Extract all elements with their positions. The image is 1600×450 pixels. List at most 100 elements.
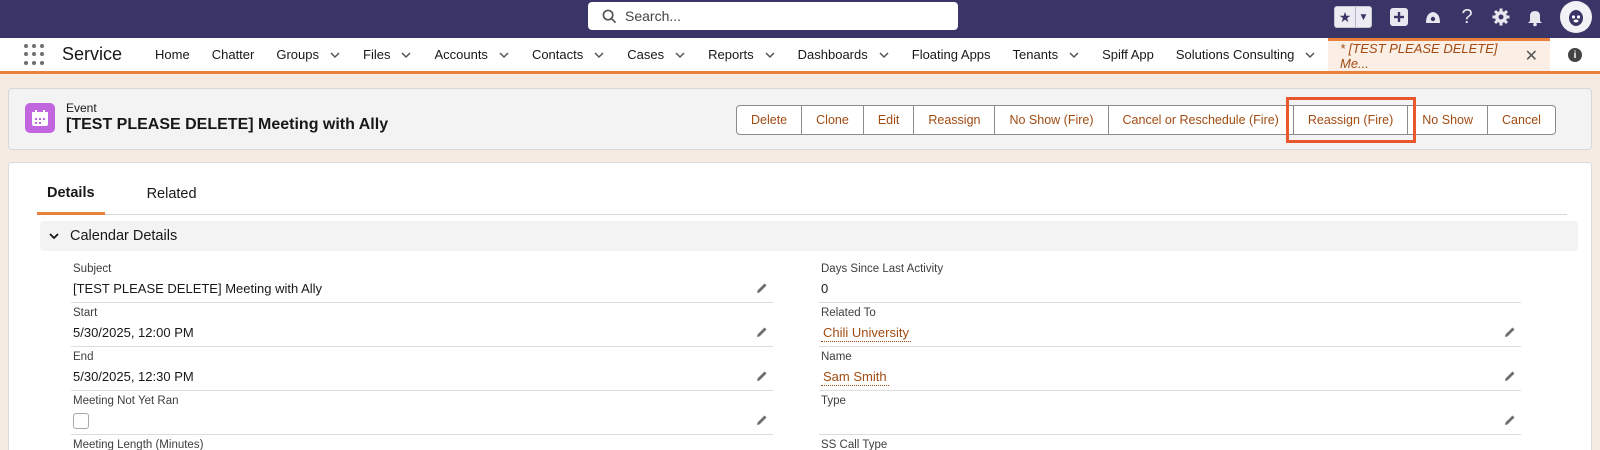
star-icon[interactable]: ★ bbox=[1335, 7, 1355, 27]
field-start: Start 5/30/2025, 12:00 PM bbox=[71, 303, 773, 347]
related-to-link[interactable]: Chili University bbox=[821, 325, 911, 342]
nav-item-dashboards[interactable]: Dashboards bbox=[787, 38, 901, 71]
edit-pencil-icon[interactable] bbox=[755, 325, 769, 339]
chevron-down-icon[interactable] bbox=[674, 49, 686, 61]
field-related-to: Related To Chili University bbox=[819, 303, 1521, 347]
field-days-since-last-activity: Days Since Last Activity 0 bbox=[819, 259, 1521, 303]
field-label-partial: SS Call Type bbox=[821, 439, 888, 450]
reassign-fire-button[interactable]: Reassign (Fire) bbox=[1285, 97, 1417, 143]
field-value: 5/30/2025, 12:30 PM bbox=[73, 369, 194, 384]
record-tabs: Details Related bbox=[37, 173, 1567, 215]
field-label: Days Since Last Activity bbox=[821, 263, 944, 275]
field-subject: Subject [TEST PLEASE DELETE] Meeting wit… bbox=[71, 259, 773, 303]
nav-item-label: Tenants bbox=[1012, 47, 1059, 62]
nav-item-label: Floating Apps bbox=[911, 47, 991, 62]
field-label: End bbox=[73, 351, 94, 363]
edit-pencil-icon[interactable] bbox=[755, 281, 769, 295]
clone-button[interactable]: Clone bbox=[802, 105, 864, 135]
favorites-button-group[interactable]: ★ ▼ bbox=[1334, 6, 1372, 28]
nav-item-label: Contacts bbox=[531, 47, 584, 62]
info-icon[interactable]: i bbox=[1568, 48, 1582, 62]
field-label: Type bbox=[821, 395, 846, 407]
field-end: End 5/30/2025, 12:30 PM bbox=[71, 347, 773, 391]
chevron-down-icon[interactable] bbox=[329, 49, 341, 61]
add-icon[interactable] bbox=[1384, 2, 1414, 32]
cancel-button[interactable]: Cancel bbox=[1488, 105, 1556, 135]
nav-item-spiff-app[interactable]: Spiff App bbox=[1091, 38, 1165, 71]
nav-item-contacts[interactable]: Contacts bbox=[521, 38, 616, 71]
field-name: Name Sam Smith bbox=[819, 347, 1521, 391]
global-search-input[interactable]: Search... bbox=[588, 2, 958, 30]
no-show-fire-button[interactable]: No Show (Fire) bbox=[995, 105, 1109, 135]
nav-item-floating-apps[interactable]: Floating Apps bbox=[901, 38, 1002, 71]
nav-item-chatter[interactable]: Chatter bbox=[201, 38, 266, 71]
field-type: Type bbox=[819, 391, 1521, 435]
tab-related[interactable]: Related bbox=[137, 173, 207, 215]
record-action-buttons: Delete Clone Edit Reassign No Show (Fire) Can… bbox=[736, 97, 1556, 143]
chevron-down-icon[interactable] bbox=[1068, 49, 1080, 61]
chevron-down-icon[interactable] bbox=[1304, 49, 1316, 61]
nav-item-label: Solutions Consulting bbox=[1175, 47, 1295, 62]
nav-item-label: Chatter bbox=[211, 47, 255, 62]
edit-button[interactable]: Edit bbox=[863, 105, 915, 135]
trailhead-icon[interactable] bbox=[1418, 2, 1448, 32]
record-type-label: Event bbox=[66, 101, 97, 115]
calendar-details-section-header[interactable]: Calendar Details bbox=[40, 221, 1578, 251]
reassign-button[interactable]: Reassign bbox=[914, 105, 996, 135]
edit-pencil-icon[interactable] bbox=[1503, 413, 1517, 427]
nav-item-label: Groups bbox=[276, 47, 319, 62]
edit-pencil-icon[interactable] bbox=[755, 413, 769, 427]
nav-item-reports[interactable]: Reports bbox=[697, 38, 787, 71]
global-header: Search... ★ ▼ ? bbox=[0, 0, 1600, 38]
field-value: [TEST PLEASE DELETE] Meeting with Ally bbox=[73, 281, 323, 296]
nav-item-cases[interactable]: Cases bbox=[616, 38, 697, 71]
active-record-tab-label: * [TEST PLEASE DELETE] Me... bbox=[1340, 41, 1498, 71]
field-value: 5/30/2025, 12:00 PM bbox=[73, 325, 194, 340]
field-value: 0 bbox=[821, 281, 829, 296]
chevron-down-icon bbox=[49, 233, 59, 240]
nav-item-home[interactable]: Home bbox=[144, 38, 201, 71]
edit-pencil-icon[interactable] bbox=[755, 369, 769, 383]
close-tab-icon[interactable]: ✕ bbox=[1525, 46, 1538, 66]
delete-button[interactable]: Delete bbox=[736, 105, 803, 135]
edit-pencil-icon[interactable] bbox=[1503, 369, 1517, 383]
field-label: Start bbox=[73, 307, 98, 319]
field-meeting-not-yet-ran: Meeting Not Yet Ran bbox=[71, 391, 773, 435]
cancel-or-reschedule-fire-button[interactable]: Cancel or Reschedule (Fire) bbox=[1108, 105, 1294, 135]
setup-gear-icon[interactable] bbox=[1486, 2, 1516, 32]
edit-pencil-icon[interactable] bbox=[1503, 325, 1517, 339]
field-label-partial: Meeting Length (Minutes) bbox=[73, 439, 204, 450]
help-icon[interactable]: ? bbox=[1452, 2, 1482, 32]
event-calendar-icon bbox=[25, 103, 55, 133]
app-launcher-icon[interactable] bbox=[24, 43, 46, 66]
nav-item-label: Reports bbox=[708, 47, 754, 62]
record-detail-card: Details Related Calendar Details Subject… bbox=[8, 162, 1592, 450]
nav-item-accounts[interactable]: Accounts bbox=[423, 38, 520, 71]
no-show-button[interactable]: No Show bbox=[1408, 105, 1489, 135]
notification-bell-icon[interactable] bbox=[1520, 2, 1550, 32]
nav-item-label: Cases bbox=[627, 47, 665, 62]
nav-item-label: Dashboards bbox=[797, 47, 868, 62]
nav-item-files[interactable]: Files bbox=[352, 38, 423, 71]
chevron-down-icon[interactable]: ▼ bbox=[1355, 7, 1371, 27]
chevron-down-icon[interactable] bbox=[878, 49, 890, 61]
header-utility-icons: ★ ▼ ? bbox=[1334, 0, 1600, 34]
active-record-tab[interactable]: * [TEST PLEASE DELETE] Me... ✕ bbox=[1328, 38, 1550, 71]
search-icon bbox=[602, 9, 617, 23]
chevron-down-icon[interactable] bbox=[764, 49, 776, 61]
user-avatar[interactable] bbox=[1560, 1, 1592, 33]
chevron-down-icon[interactable] bbox=[400, 49, 412, 61]
chevron-down-icon[interactable] bbox=[498, 49, 510, 61]
nav-item-solutions-consulting[interactable]: Solutions Consulting bbox=[1165, 38, 1328, 71]
meeting-not-yet-ran-checkbox[interactable] bbox=[73, 413, 89, 429]
name-link[interactable]: Sam Smith bbox=[821, 369, 889, 386]
field-label: Meeting Not Yet Ran bbox=[73, 395, 179, 407]
nav-item-tenants[interactable]: Tenants bbox=[1002, 38, 1092, 71]
chevron-down-icon[interactable] bbox=[593, 49, 605, 61]
nav-item-groups[interactable]: Groups bbox=[265, 38, 352, 71]
tab-details[interactable]: Details bbox=[37, 173, 105, 215]
field-label: Name bbox=[821, 351, 852, 363]
field-label: Related To bbox=[821, 307, 876, 319]
record-title: [TEST PLEASE DELETE] Meeting with Ally bbox=[66, 116, 389, 133]
app-navigation-bar: Service Home Chatter Groups Files Accounts Co… bbox=[0, 38, 1600, 74]
